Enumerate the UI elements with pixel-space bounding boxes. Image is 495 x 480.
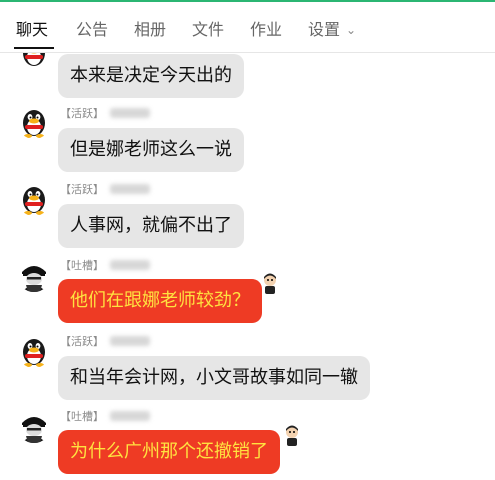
tab-files-label: 文件 bbox=[192, 20, 225, 39]
member-tag: 【活跃】 bbox=[60, 107, 104, 120]
chevron-down-icon: ⌄ bbox=[346, 23, 357, 37]
blurred-username bbox=[110, 260, 150, 270]
blurred-username bbox=[110, 336, 150, 346]
tab-homework[interactable]: 作业 bbox=[250, 19, 282, 41]
tab-files[interactable]: 文件 bbox=[192, 19, 224, 41]
bubble-decoration-icon bbox=[280, 423, 304, 447]
message-text: 和当年会计网，小文哥故事如同一辙 bbox=[70, 367, 358, 388]
message-bubble[interactable]: 本来是决定今天出的 bbox=[58, 54, 244, 98]
penguin-avatar-icon[interactable] bbox=[17, 334, 51, 368]
tab-album[interactable]: 相册 bbox=[134, 19, 166, 41]
penguin-avatar-icon[interactable] bbox=[17, 53, 51, 69]
message-meta: 【吐槽】 bbox=[60, 410, 150, 424]
blurred-username bbox=[110, 108, 150, 118]
message-meta: 【活跃】 bbox=[60, 335, 150, 349]
tab-announcement[interactable]: 公告 bbox=[76, 19, 108, 41]
message-bubble[interactable]: 和当年会计网，小文哥故事如同一辙 bbox=[58, 356, 370, 400]
member-tag: 【活跃】 bbox=[60, 335, 104, 348]
message-text: 人事网，就偏不出了 bbox=[70, 215, 232, 236]
chat-list[interactable]: 本来是决定今天出的 【活跃】 但是娜老师这么一说 【活跃】 人事网，就偏不出了 … bbox=[0, 53, 495, 480]
message-text: 他们在跟娜老师较劲？ bbox=[70, 290, 250, 311]
message-text: 但是娜老师这么一说 bbox=[70, 139, 232, 160]
tab-homework-label: 作业 bbox=[250, 20, 283, 39]
tab-chat-label: 聊天 bbox=[16, 20, 49, 39]
active-tab-indicator bbox=[14, 47, 54, 49]
dark-avatar-icon[interactable] bbox=[17, 258, 51, 292]
member-tag: 【吐槽】 bbox=[60, 410, 104, 423]
tab-settings[interactable]: 设置 ⌄ bbox=[308, 19, 356, 42]
blurred-username bbox=[110, 184, 150, 194]
message-bubble[interactable]: 但是娜老师这么一说 bbox=[58, 128, 244, 172]
tab-announcement-label: 公告 bbox=[76, 20, 109, 39]
message-bubble[interactable]: 他们在跟娜老师较劲？ bbox=[58, 279, 262, 323]
member-tag: 【吐槽】 bbox=[60, 259, 104, 272]
member-tag: 【活跃】 bbox=[60, 183, 104, 196]
bubble-decoration-icon bbox=[258, 271, 282, 295]
message-meta: 【活跃】 bbox=[60, 183, 150, 197]
message-meta: 【吐槽】 bbox=[60, 259, 150, 273]
message-text: 为什么广州那个还撤销了 bbox=[70, 441, 268, 462]
tab-bar: 聊天 公告 相册 文件 作业 设置 ⌄ bbox=[0, 2, 495, 53]
message-meta: 【活跃】 bbox=[60, 107, 150, 121]
tab-album-label: 相册 bbox=[134, 20, 167, 39]
tab-chat[interactable]: 聊天 bbox=[16, 19, 48, 41]
penguin-avatar-icon[interactable] bbox=[17, 182, 51, 216]
blurred-username bbox=[110, 411, 150, 421]
message-text: 本来是决定今天出的 bbox=[70, 65, 232, 86]
message-bubble[interactable]: 为什么广州那个还撤销了 bbox=[58, 430, 280, 474]
penguin-avatar-icon[interactable] bbox=[17, 105, 51, 139]
message-bubble[interactable]: 人事网，就偏不出了 bbox=[58, 204, 244, 248]
dark-avatar-icon[interactable] bbox=[17, 409, 51, 443]
tab-settings-label: 设置 bbox=[308, 20, 341, 39]
